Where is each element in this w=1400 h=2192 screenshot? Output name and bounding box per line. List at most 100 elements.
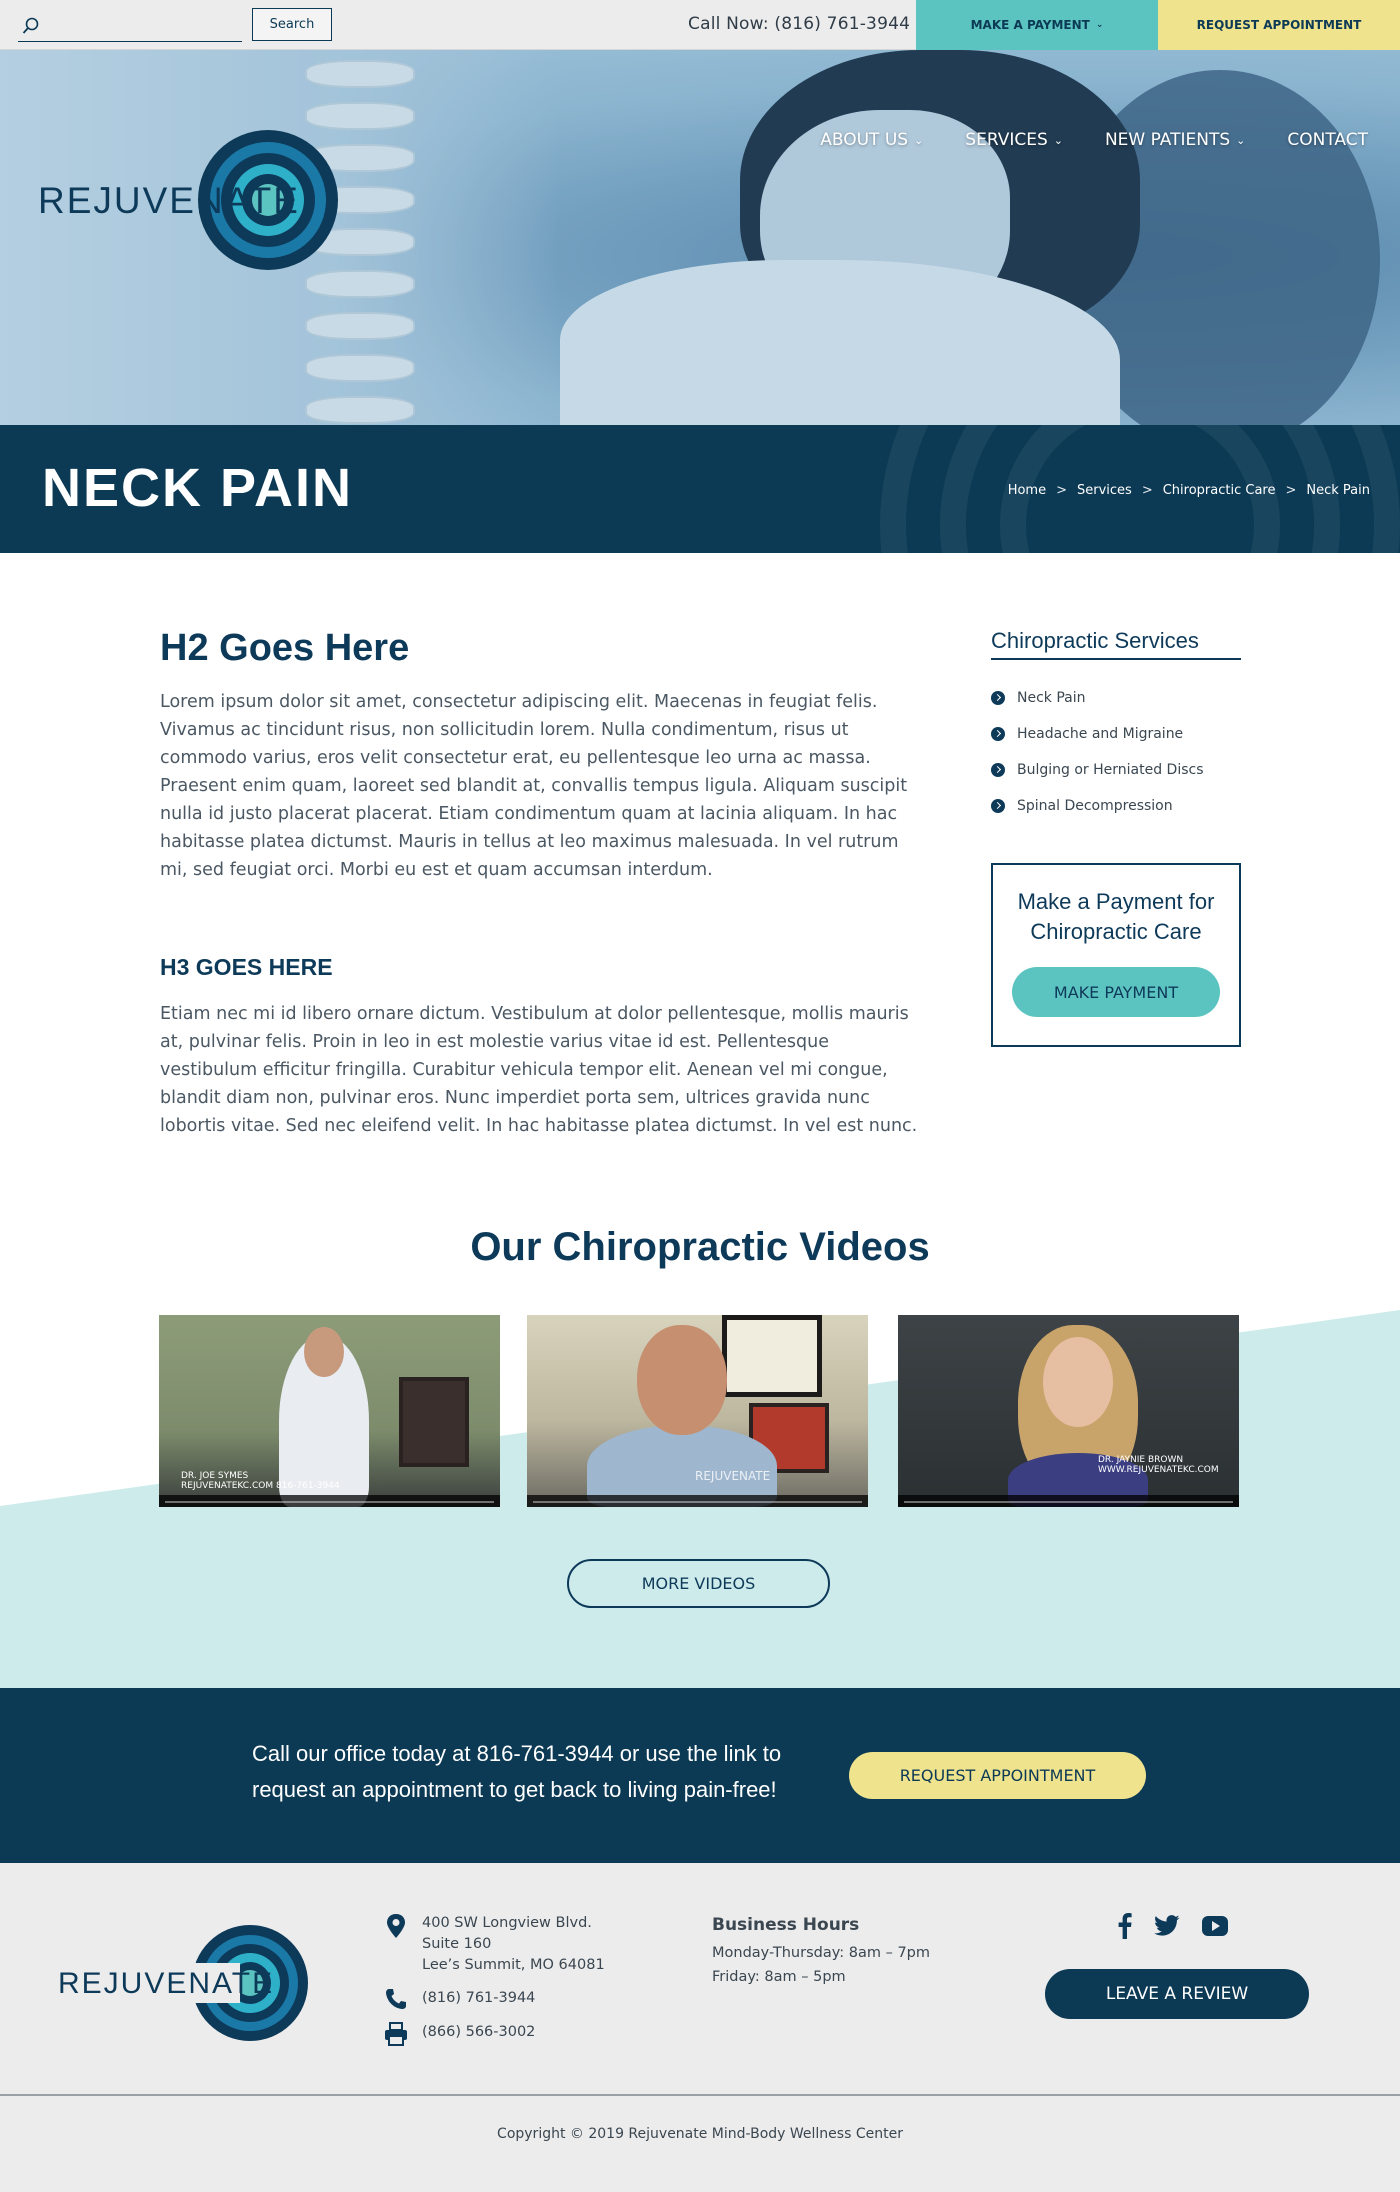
breadcrumb-separator: > bbox=[1141, 483, 1153, 498]
nav-about-us[interactable]: ABOUT US ⌄ bbox=[820, 130, 923, 150]
more-videos-button[interactable]: MORE VIDEOS bbox=[567, 1559, 830, 1608]
payment-box: Make a Payment for Chiropractic Care MAK… bbox=[991, 863, 1241, 1047]
video-thumbnail[interactable]: REJUVENATE bbox=[527, 1315, 868, 1507]
call-to-action-band: Call our office today at 816-761-3944 or… bbox=[0, 1688, 1400, 1863]
phone-icon bbox=[386, 1989, 406, 2009]
video-caption: REJUVENATE bbox=[695, 1469, 771, 1483]
address-line: Suite 160 bbox=[422, 1936, 492, 1952]
make-a-payment-button[interactable]: MAKE A PAYMENT ⌄ bbox=[916, 0, 1158, 50]
sidebar-item-neck-pain[interactable]: Neck Pain bbox=[991, 680, 1204, 716]
footer-phone[interactable]: (816) 761-3944 bbox=[384, 1988, 605, 2010]
sidebar-services-list: Neck Pain Headache and Migraine Bulging … bbox=[991, 680, 1204, 824]
videos-heading: Our Chiropractic Videos bbox=[470, 1225, 930, 1269]
printer-icon bbox=[385, 2022, 407, 2046]
video-controls[interactable] bbox=[527, 1495, 868, 1507]
make-payment-button[interactable]: MAKE PAYMENT bbox=[1012, 967, 1220, 1017]
nav-label: CONTACT bbox=[1287, 130, 1368, 150]
video-controls[interactable] bbox=[159, 1495, 500, 1507]
video-caption-line: WWW.REJUVENATEKC.COM bbox=[1098, 1465, 1219, 1475]
phone-number: (816) 761-3944 bbox=[422, 1990, 536, 2006]
leave-a-review-button[interactable]: LEAVE A REVIEW bbox=[1045, 1969, 1309, 2019]
site-logo[interactable]: REJUVENATE bbox=[36, 128, 346, 272]
content-heading-h3: H3 GOES HERE bbox=[160, 954, 333, 980]
search-button[interactable]: Search bbox=[252, 8, 332, 41]
make-a-payment-label: MAKE A PAYMENT bbox=[970, 18, 1090, 32]
chevron-right-circle-icon bbox=[991, 691, 1005, 705]
footer-address: 400 SW Longview Blvd. Suite 160 Lee’s Su… bbox=[384, 1913, 605, 1976]
hero-image: REJUVENATE ABOUT US ⌄ SERVICES ⌄ NEW PAT… bbox=[0, 50, 1400, 425]
page-title: NECK PAIN bbox=[42, 458, 354, 518]
diploma-frame bbox=[722, 1315, 822, 1397]
sidebar-item-headache-migraine[interactable]: Headache and Migraine bbox=[991, 716, 1204, 752]
nav-services[interactable]: SERVICES ⌄ bbox=[965, 130, 1063, 150]
copyright-text: Copyright © 2019 Rejuvenate Mind-Body We… bbox=[497, 2126, 903, 2142]
video-caption-line: REJUVENATE bbox=[695, 1469, 771, 1483]
footer-fax: (866) 566-3002 bbox=[384, 2022, 605, 2046]
top-utility-bar: Search Call Now: (816) 761-3944 MAKE A P… bbox=[0, 0, 1400, 50]
search-field[interactable] bbox=[18, 8, 242, 42]
social-links bbox=[1118, 1913, 1228, 1939]
video-thumbnail[interactable]: DR. JAYNIE BROWN WWW.REJUVENATEKC.COM bbox=[898, 1315, 1239, 1507]
presenter-head bbox=[637, 1325, 727, 1435]
breadcrumb-home[interactable]: Home bbox=[1008, 483, 1046, 498]
nav-label: ABOUT US bbox=[820, 130, 909, 150]
breadcrumb-chiropractic-care[interactable]: Chiropractic Care bbox=[1163, 483, 1276, 498]
request-appointment-button[interactable]: REQUEST APPOINTMENT bbox=[849, 1752, 1146, 1799]
sidebar-item-label: Bulging or Herniated Discs bbox=[1017, 762, 1204, 778]
business-hours-title: Business Hours bbox=[712, 1915, 860, 1935]
video-thumbnail[interactable]: DR. JOE SYMES REJUVENATEKC.COM 816-761-3… bbox=[159, 1315, 500, 1507]
call-now-text: Call Now: (816) 761-3944 bbox=[688, 14, 911, 34]
sidebar-item-bulging-discs[interactable]: Bulging or Herniated Discs bbox=[991, 752, 1204, 788]
hours-friday: Friday: 8am – 5pm bbox=[712, 1969, 846, 1985]
business-hours: Business Hours Monday-Thursday: 8am – 7p… bbox=[712, 1915, 930, 1989]
address-line: Lee’s Summit, MO 64081 bbox=[422, 1957, 605, 1973]
chevron-down-icon: ⌄ bbox=[1095, 20, 1104, 30]
nav-label: NEW PATIENTS bbox=[1104, 130, 1231, 150]
nav-label: SERVICES bbox=[965, 130, 1048, 150]
footer-logo-text: REJUVENATE bbox=[58, 1967, 275, 2000]
request-appointment-top-button[interactable]: REQUEST APPOINTMENT bbox=[1158, 0, 1400, 50]
footer-contact: 400 SW Longview Blvd. Suite 160 Lee’s Su… bbox=[384, 1913, 605, 2058]
breadcrumb-separator: > bbox=[1056, 483, 1067, 498]
sidebar-title: Chiropractic Services bbox=[991, 628, 1241, 660]
payment-box-title: Make a Payment for Chiropractic Care bbox=[1017, 889, 1215, 944]
sidebar-item-label: Spinal Decompression bbox=[1017, 798, 1173, 814]
logo-text: REJUVENATE bbox=[38, 180, 300, 221]
chevron-down-icon: ⌄ bbox=[914, 133, 924, 147]
search-input[interactable] bbox=[48, 12, 238, 38]
video-caption-line: DR. JOE SYMES bbox=[181, 1471, 249, 1481]
video-controls[interactable] bbox=[898, 1495, 1239, 1507]
video-caption: DR. JAYNIE BROWN WWW.REJUVENATEKC.COM bbox=[1098, 1455, 1219, 1475]
footer-logo[interactable]: REJUVENATE bbox=[56, 1923, 316, 2043]
certificate-frame bbox=[399, 1377, 469, 1467]
presenter-head bbox=[1043, 1337, 1113, 1427]
video-caption: DR. JOE SYMES REJUVENATEKC.COM 816-761-3… bbox=[181, 1471, 340, 1491]
main-navigation: ABOUT US ⌄ SERVICES ⌄ NEW PATIENTS ⌄ CON… bbox=[820, 130, 1368, 150]
chevron-right-circle-icon bbox=[991, 799, 1005, 813]
address-line: 400 SW Longview Blvd. bbox=[422, 1915, 592, 1931]
footer-divider bbox=[0, 2094, 1400, 2096]
chevron-down-icon: ⌄ bbox=[1236, 133, 1246, 147]
footer: REJUVENATE 400 SW Longview Blvd. Suite 1… bbox=[0, 1863, 1400, 2192]
facebook-icon[interactable] bbox=[1118, 1913, 1132, 1939]
breadcrumb-separator: > bbox=[1285, 483, 1297, 498]
youtube-icon[interactable] bbox=[1202, 1916, 1228, 1936]
breadcrumb-services[interactable]: Services bbox=[1077, 483, 1132, 498]
sidebar-item-label: Headache and Migraine bbox=[1017, 726, 1184, 742]
map-pin-icon bbox=[387, 1914, 405, 1938]
content-paragraph: Etiam nec mi id libero ornare dictum. Ve… bbox=[160, 1004, 918, 1136]
content-paragraph: Lorem ipsum dolor sit amet, consectetur … bbox=[160, 692, 908, 880]
breadcrumb-current: Neck Pain bbox=[1306, 483, 1370, 498]
presenter-head bbox=[304, 1327, 344, 1377]
page-title-band: NECK PAIN Home > Services > Chiropractic… bbox=[0, 425, 1400, 553]
hours-weekday: Monday-Thursday: 8am – 7pm bbox=[712, 1945, 931, 1961]
fax-number: (866) 566-3002 bbox=[422, 2024, 536, 2040]
nav-new-patients[interactable]: NEW PATIENTS ⌄ bbox=[1105, 130, 1245, 150]
chevron-down-icon: ⌄ bbox=[1053, 133, 1063, 147]
sidebar-item-spinal-decompression[interactable]: Spinal Decompression bbox=[991, 788, 1204, 824]
chevron-right-circle-icon bbox=[991, 727, 1005, 741]
video-caption-line: DR. JAYNIE BROWN bbox=[1098, 1455, 1184, 1465]
twitter-icon[interactable] bbox=[1154, 1915, 1180, 1937]
search-icon bbox=[22, 17, 39, 34]
nav-contact[interactable]: CONTACT bbox=[1287, 130, 1368, 150]
